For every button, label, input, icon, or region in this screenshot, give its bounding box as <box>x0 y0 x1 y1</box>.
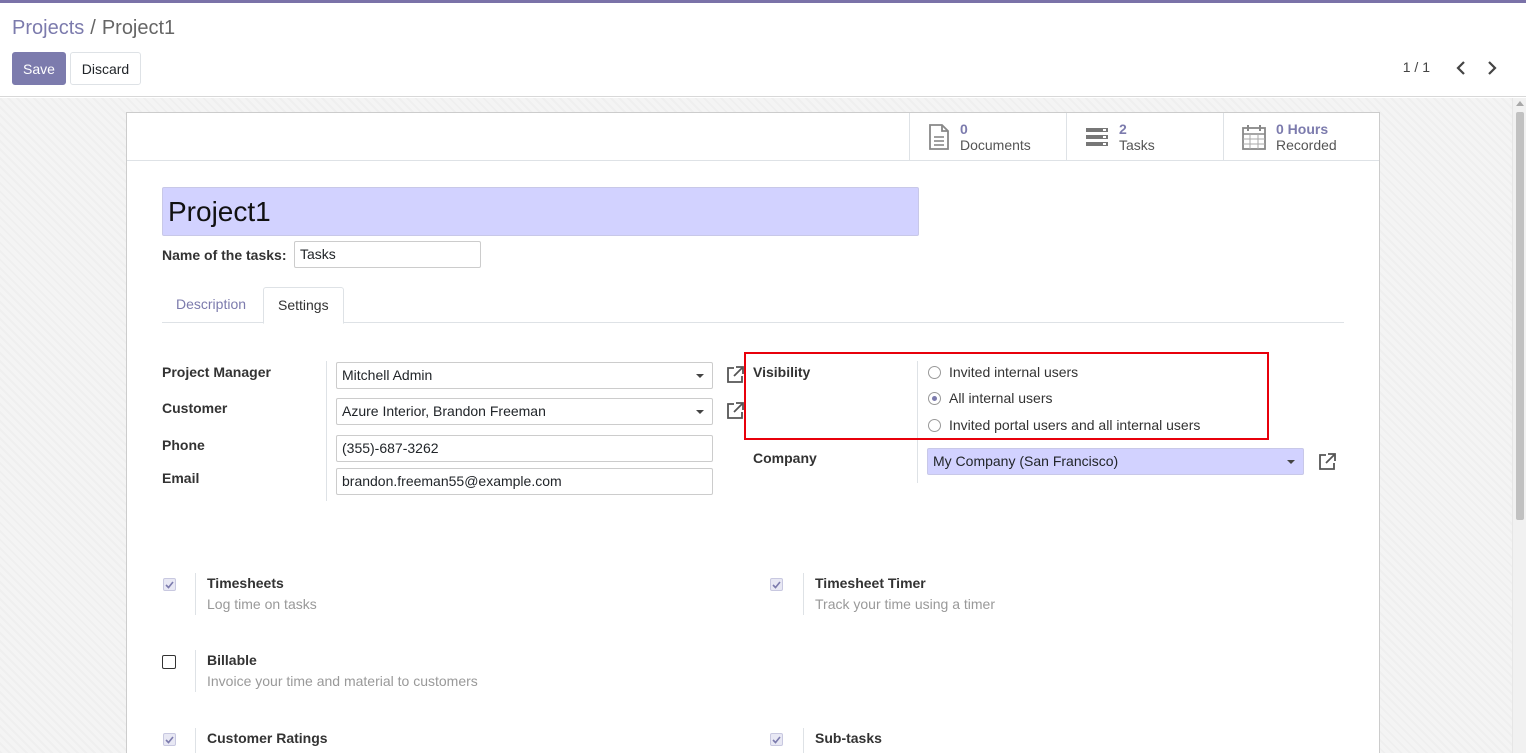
email-field[interactable]: brandon.freeman55@example.com <box>336 468 713 495</box>
customer-select[interactable]: Azure Interior, Brandon Freeman <box>336 398 713 425</box>
customer-external-link-button[interactable] <box>725 401 745 421</box>
tab-settings[interactable]: Settings <box>263 287 344 324</box>
hours-value: 0 Hours <box>1276 121 1329 137</box>
tasks-name-input[interactable]: Tasks <box>294 241 481 268</box>
tasks-stat-button[interactable]: 2 Tasks <box>1066 113 1223 161</box>
project-manager-label: Project Manager <box>162 364 271 380</box>
phone-field[interactable]: (355)-687-3262 <box>336 435 713 462</box>
billable-title: Billable <box>207 652 257 668</box>
discard-button[interactable]: Discard <box>70 52 141 85</box>
email-label: Email <box>162 470 200 486</box>
chevron-left-icon <box>1456 61 1465 75</box>
breadcrumb-current: Project1 <box>101 17 176 39</box>
vertical-scrollbar[interactable] <box>1512 98 1526 753</box>
billable-checkbox[interactable] <box>162 655 176 669</box>
documents-count: 0 <box>960 121 968 137</box>
documents-stat-button[interactable]: 0 Documents <box>909 113 1066 161</box>
company-select[interactable]: My Company (San Francisco) <box>927 448 1304 475</box>
hours-stat-button[interactable]: 0 Hours Recorded <box>1223 113 1379 161</box>
timesheets-title: Timesheets <box>207 575 284 591</box>
stat-button-box: 0 Documents 2 Tasks 0 Hours Recorded <box>127 113 1379 161</box>
breadcrumb-projects-link[interactable]: Projects <box>12 17 84 40</box>
external-link-icon <box>727 366 744 383</box>
notebook-tabs: Description Settings <box>162 287 1344 324</box>
external-link-icon <box>727 402 744 419</box>
timesheet-timer-checkbox[interactable] <box>770 578 783 591</box>
scrollbar-thumb[interactable] <box>1516 112 1524 520</box>
timesheets-checkbox[interactable] <box>163 578 176 591</box>
tasks-name-label: Name of the tasks: <box>162 247 287 263</box>
checkmark-icon <box>772 735 781 744</box>
documents-label: Documents <box>960 137 1031 153</box>
calendar-icon <box>1242 125 1266 150</box>
company-label: Company <box>753 450 817 466</box>
timesheet-timer-title: Timesheet Timer <box>815 575 926 591</box>
control-panel: Projects / Project1 Save Discard 1 / 1 <box>0 3 1526 97</box>
hours-label: Recorded <box>1276 137 1337 153</box>
billable-divider <box>195 650 196 692</box>
company-external-link-button[interactable] <box>1317 452 1337 472</box>
scroll-up-arrow-icon[interactable] <box>1516 101 1524 106</box>
timesheets-divider <box>195 573 196 615</box>
pager-next-button[interactable] <box>1482 58 1502 78</box>
pager-previous-button[interactable] <box>1451 58 1471 78</box>
timesheet-timer-description: Track your time using a timer <box>815 596 995 612</box>
breadcrumb-separator: / <box>90 17 96 39</box>
checkmark-icon <box>165 735 174 744</box>
checkmark-icon <box>772 580 781 589</box>
timesheets-description: Log time on tasks <box>207 596 317 612</box>
billable-description: Invoice your time and material to custom… <box>207 673 478 689</box>
external-link-icon <box>1319 453 1336 470</box>
tasks-count: 2 <box>1119 121 1127 137</box>
checkmark-icon <box>165 580 174 589</box>
customer-label: Customer <box>162 400 228 416</box>
subtasks-divider <box>803 728 804 753</box>
subtasks-checkbox[interactable] <box>770 733 783 746</box>
manager-external-link-button[interactable] <box>725 365 745 385</box>
timesheet-timer-divider <box>803 573 804 615</box>
save-button[interactable]: Save <box>12 52 66 85</box>
tasks-icon <box>1086 128 1108 146</box>
pager-value[interactable]: 1 / 1 <box>1403 59 1430 75</box>
customer-ratings-title: Customer Ratings <box>207 730 328 746</box>
phone-label: Phone <box>162 437 205 453</box>
tab-description[interactable]: Description <box>162 287 260 323</box>
project-name-input[interactable]: Project1 <box>162 187 919 236</box>
breadcrumb: Projects / Project1 <box>12 17 175 40</box>
subtasks-title: Sub-tasks <box>815 730 882 746</box>
left-group-divider <box>326 361 327 501</box>
project-manager-select[interactable]: Mitchell Admin <box>336 362 713 389</box>
customer-ratings-divider <box>195 728 196 753</box>
tasks-label: Tasks <box>1119 137 1155 153</box>
chevron-right-icon <box>1488 61 1497 75</box>
visibility-highlight-box <box>744 352 1269 440</box>
customer-ratings-checkbox[interactable] <box>163 733 176 746</box>
form-sheet: 0 Documents 2 Tasks 0 Hours Recorded Pro… <box>126 112 1380 753</box>
document-icon <box>929 124 949 150</box>
